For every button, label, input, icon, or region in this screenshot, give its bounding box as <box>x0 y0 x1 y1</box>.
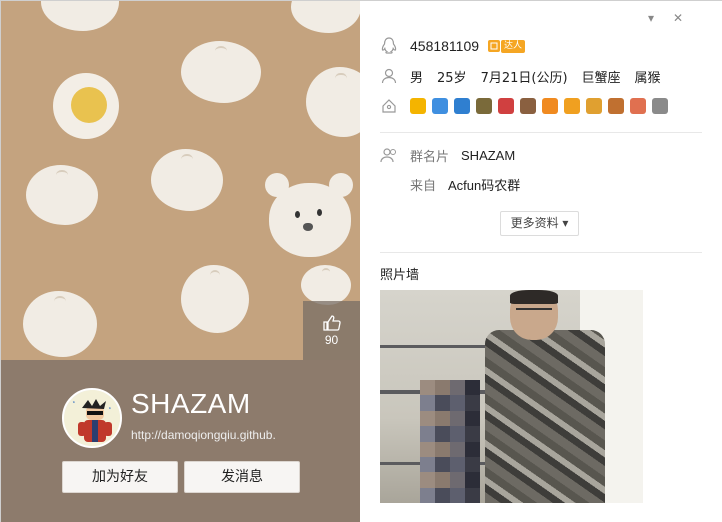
divider <box>380 132 702 133</box>
photo-wall-title: 照片墙 <box>380 268 420 283</box>
group-card-label: 群名片 <box>410 149 450 165</box>
bun-graphic <box>41 1 119 31</box>
group-people-icon <box>380 146 398 164</box>
zodiac: 巨蟹座 <box>581 70 621 86</box>
homepage-link[interactable]: http://damoqiongqiu.github. <box>131 428 276 442</box>
talent-crown-icon <box>488 40 501 52</box>
bun-graphic <box>291 1 360 33</box>
bun-graphic <box>26 165 98 225</box>
group-card-value: SHAZAM <box>461 147 516 163</box>
send-message-button[interactable]: 发消息 <box>184 461 300 493</box>
service-badge-icon[interactable] <box>542 98 558 114</box>
bun-graphic <box>306 67 360 137</box>
more-info-button[interactable]: 更多资料 ▾ <box>500 211 579 236</box>
info-panel: ▾ ✕ 458181109 达人 男 25岁 7月21日(公历) 巨蟹座 属猴 <box>360 1 722 522</box>
person-icon <box>380 67 398 85</box>
bun-graphic <box>151 149 223 211</box>
nickname: SHAZAM <box>131 388 251 419</box>
service-badge-icon[interactable] <box>564 98 580 114</box>
badges-row <box>380 95 668 117</box>
service-badge-icon[interactable] <box>476 98 492 114</box>
bear-graphic <box>263 173 355 265</box>
service-badge-icon[interactable] <box>586 98 602 114</box>
source-row: 来自 Acfun码农群 <box>380 173 520 195</box>
bun-graphic <box>181 265 249 333</box>
service-badge-icon[interactable] <box>432 98 448 114</box>
qq-penguin-icon <box>380 37 398 55</box>
age: 25岁 <box>437 70 467 86</box>
bun-graphic <box>181 41 261 103</box>
add-friend-button[interactable]: 加为好友 <box>62 461 178 493</box>
avatar[interactable]: ⋆ ⋆ <box>62 388 122 448</box>
bun-graphic <box>23 291 97 357</box>
profile-card-window: 90 ⋆ ⋆ SHAZAM http://damoqiongqiu.github… <box>0 0 722 522</box>
close-icon[interactable]: ✕ <box>673 11 683 25</box>
svg-text:⋆: ⋆ <box>72 400 76 406</box>
like-button[interactable]: 90 <box>303 301 360 360</box>
birthday: 7月21日(公历) <box>480 70 568 86</box>
thumbs-up-icon <box>322 315 341 331</box>
service-badge-icon[interactable] <box>454 98 470 114</box>
service-badge-icon[interactable] <box>520 98 536 114</box>
qq-number: 458181109 <box>410 38 480 54</box>
qq-number-row: 458181109 达人 <box>380 35 526 57</box>
avatar-image: ⋆ ⋆ <box>64 390 120 446</box>
bun-graphic <box>301 265 351 305</box>
service-badges <box>410 98 668 114</box>
svg-text:⋆: ⋆ <box>108 406 112 412</box>
divider <box>380 252 702 253</box>
source-label: 来自 <box>410 178 437 194</box>
service-badge-icon[interactable] <box>410 98 426 114</box>
service-badge-icon[interactable] <box>652 98 668 114</box>
service-badge-icon[interactable] <box>630 98 646 114</box>
photo-wall-image[interactable] <box>380 290 643 503</box>
service-badge-icon[interactable] <box>498 98 514 114</box>
source-value: Acfun码农群 <box>448 177 521 193</box>
cover-panel: 90 ⋆ ⋆ SHAZAM http://damoqiongqiu.github… <box>1 1 360 522</box>
home-icon <box>380 97 398 115</box>
chinese-zodiac: 属猴 <box>634 70 661 86</box>
egg-graphic <box>53 73 119 139</box>
talent-badge[interactable]: 达人 <box>487 39 526 53</box>
service-badge-icon[interactable] <box>608 98 624 114</box>
gender: 男 <box>410 70 424 86</box>
like-count: 90 <box>324 333 339 347</box>
group-card-row: 群名片 SHAZAM <box>380 144 515 166</box>
basic-info-row: 男 25岁 7月21日(公历) 巨蟹座 属猴 <box>380 65 675 87</box>
profile-header: ⋆ ⋆ SHAZAM http://damoqiongqiu.github. 加… <box>1 360 360 522</box>
menu-dropdown-icon[interactable]: ▾ <box>648 11 654 25</box>
talent-tag: 达人 <box>501 39 526 53</box>
